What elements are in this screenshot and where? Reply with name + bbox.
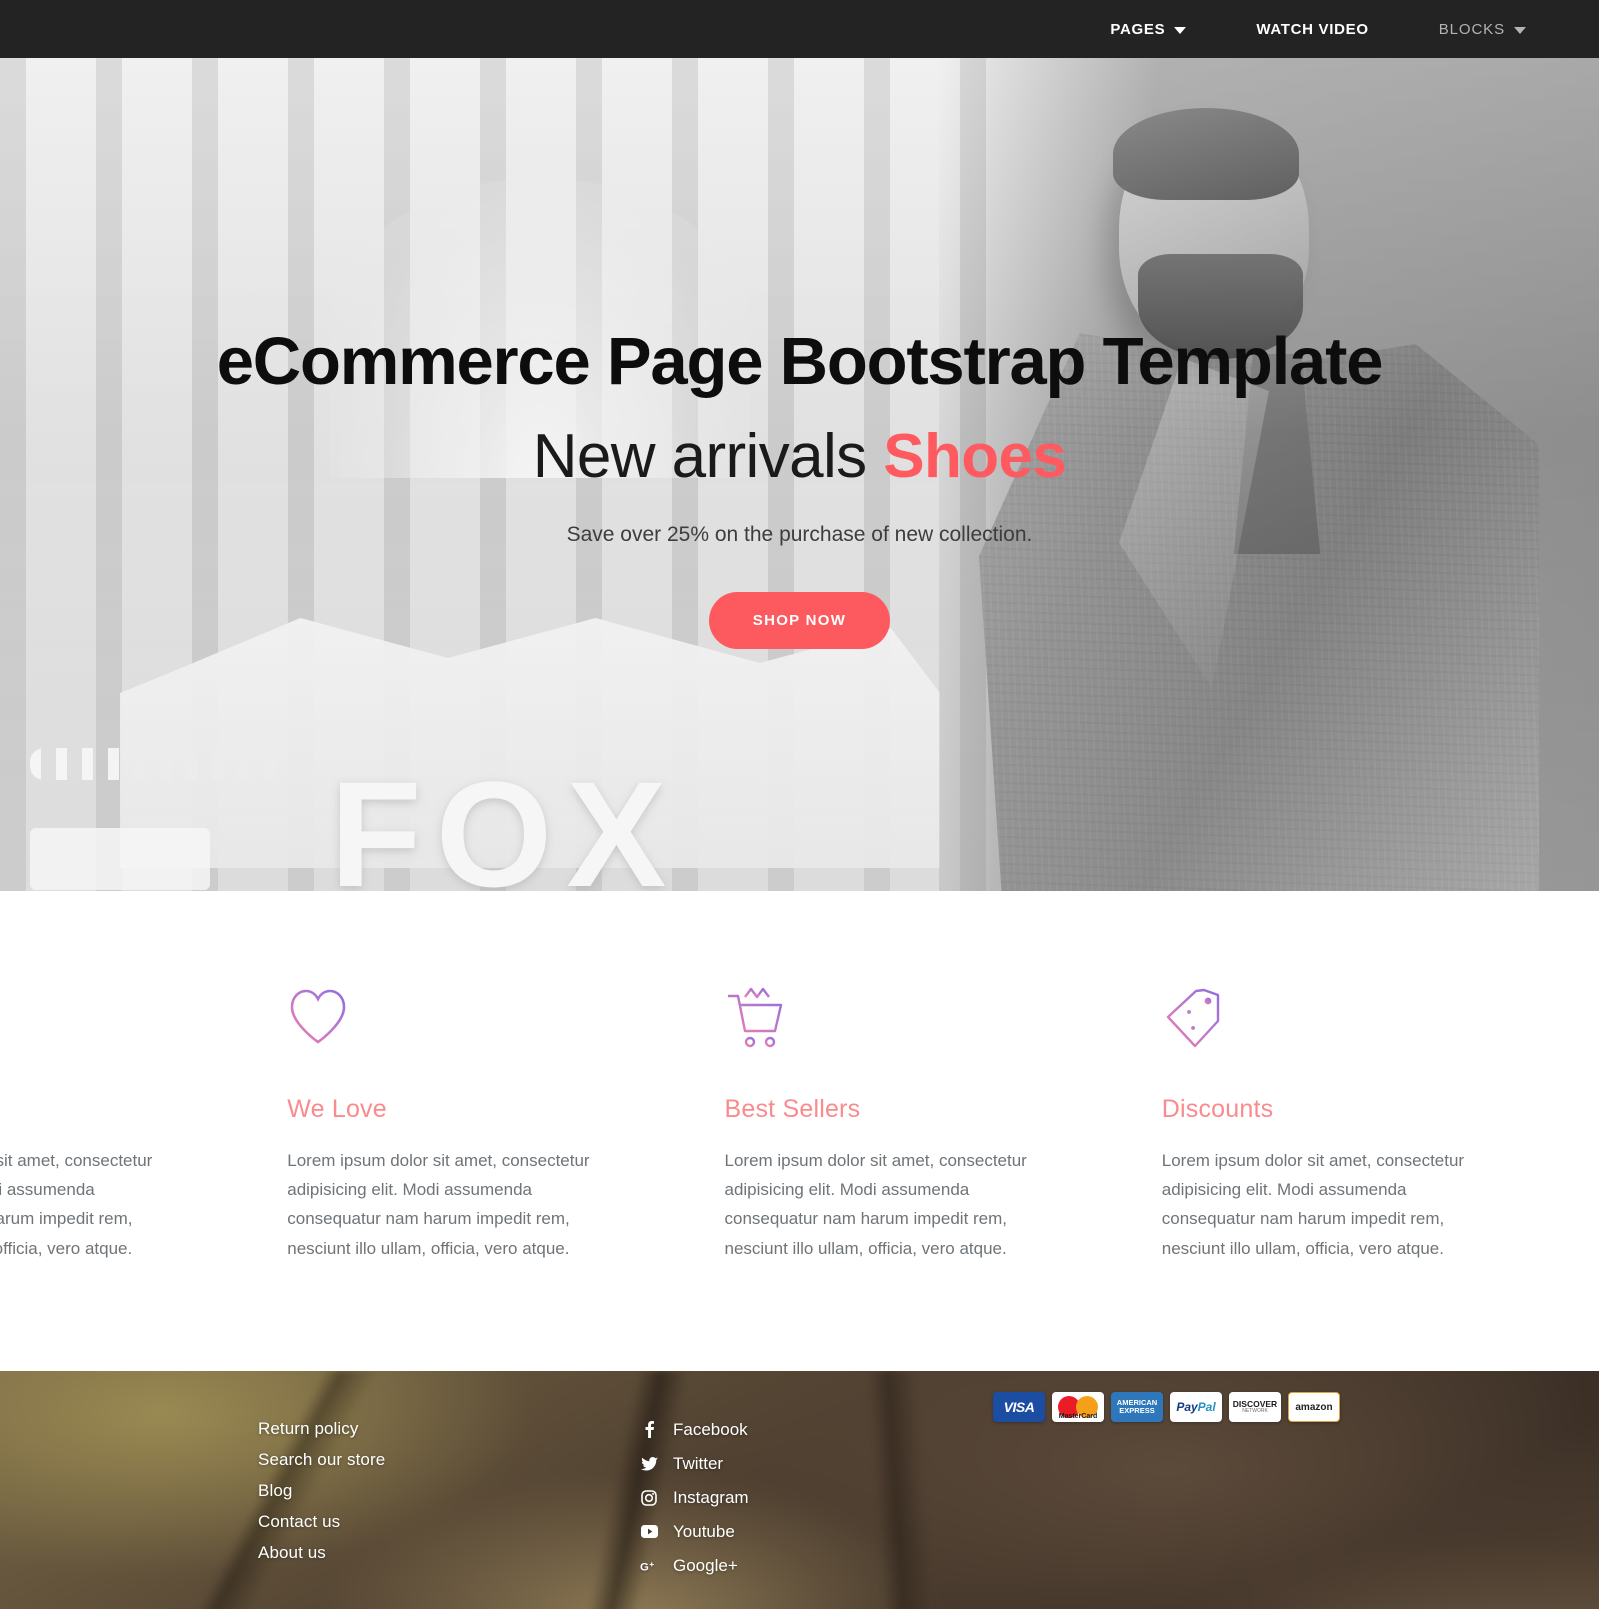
hero-content: eCommerce Page Bootstrap Template New ar… xyxy=(0,58,1599,650)
footer-section: Return policy Search our store Blog Cont… xyxy=(0,1370,1599,1609)
feature-text: Lorem ipsum dolor sit amet, consectetur … xyxy=(0,1151,153,1258)
twitter-icon xyxy=(640,1456,658,1471)
social-label: Google+ xyxy=(673,1555,738,1575)
social-link-googleplus[interactable]: G + Google+ xyxy=(640,1549,1060,1583)
nav-item-label: BLOCKS xyxy=(1438,20,1505,38)
american-express-badge: AMERICAN EXPRESS xyxy=(1111,1392,1163,1422)
svg-text:+: + xyxy=(649,1559,654,1569)
nav-item-watch-video[interactable]: WATCH VIDEO xyxy=(1221,0,1403,58)
facebook-icon xyxy=(640,1421,658,1439)
feature-title: Discounts xyxy=(1161,1095,1274,1123)
shop-now-button[interactable]: SHOP NOW xyxy=(708,592,891,650)
hero-subtitle-plain: New arrivals xyxy=(532,422,884,492)
hero-subtitle-accent: Shoes xyxy=(883,422,1067,492)
hero-section: FOX eCommerce Page Bootstrap Template Ne… xyxy=(0,58,1599,891)
svg-text:G: G xyxy=(640,1561,649,1573)
payment-methods: VISA MasterCard AMERICAN EXPRESS Pay Pal … xyxy=(993,1392,1340,1422)
amazon-badge: amazon xyxy=(1288,1392,1340,1422)
feature-title: Just Arrived xyxy=(0,1095,227,1124)
social-label: Instagram xyxy=(673,1487,749,1507)
shopping-cart-icon xyxy=(725,987,1102,1049)
nav-items: PAGES WATCH VIDEO BLOCKS xyxy=(1075,0,1561,58)
chevron-down-icon xyxy=(1174,26,1187,34)
instagram-icon xyxy=(640,1490,658,1506)
feature-text: Lorem ipsum dolor sit amet, consectetur … xyxy=(1161,1151,1465,1258)
page-title: eCommerce Page Bootstrap Template xyxy=(216,324,1384,399)
feature-text: Lorem ipsum dolor sit amet, consectetur … xyxy=(287,1151,590,1258)
footer-social-links: Facebook Twitter Instagram Youtube G + G… xyxy=(640,1413,1060,1583)
footer-links: Return policy Search our store Blog Cont… xyxy=(258,1413,640,1583)
heart-icon xyxy=(287,987,664,1049)
googleplus-icon: G + xyxy=(640,1559,658,1573)
mastercard-badge: MasterCard xyxy=(1052,1392,1104,1422)
chevron-down-icon xyxy=(1514,26,1526,34)
social-link-twitter[interactable]: Twitter xyxy=(640,1447,1060,1481)
footer-link-return-policy[interactable]: Return policy xyxy=(258,1413,640,1444)
visa-badge: VISA xyxy=(993,1392,1045,1422)
price-tag-icon xyxy=(1162,987,1539,1049)
footer-link-contact-us[interactable]: Contact us xyxy=(258,1506,640,1537)
feature-card-discounts: Discounts Lorem ipsum dolor sit amet, co… xyxy=(1162,987,1599,1263)
footer-link-about-us[interactable]: About us xyxy=(258,1537,640,1568)
social-link-youtube[interactable]: Youtube xyxy=(640,1515,1060,1549)
social-label: Facebook xyxy=(673,1419,748,1439)
feature-card-just-arrived: Just Arrived Lorem ipsum dolor sit amet,… xyxy=(0,987,287,1263)
footer-link-blog[interactable]: Blog xyxy=(258,1475,640,1506)
feature-title: We Love xyxy=(287,1095,387,1123)
features-section: Just Arrived Lorem ipsum dolor sit amet,… xyxy=(0,891,1599,1371)
social-label: Youtube xyxy=(673,1521,735,1541)
feature-title: Best Sellers xyxy=(724,1095,861,1123)
feature-card-best-sellers: Best Sellers Lorem ipsum dolor sit amet,… xyxy=(725,987,1162,1263)
nav-item-blocks[interactable]: BLOCKS xyxy=(1404,0,1561,58)
footer-link-search-our-store[interactable]: Search our store xyxy=(258,1444,640,1475)
paypal-badge: Pay Pal xyxy=(1170,1392,1222,1422)
feature-card-we-love: We Love Lorem ipsum dolor sit amet, cons… xyxy=(287,987,724,1263)
social-link-instagram[interactable]: Instagram xyxy=(640,1481,1060,1515)
top-navbar: PAGES WATCH VIDEO BLOCKS xyxy=(0,0,1599,58)
nav-item-label: PAGES xyxy=(1110,20,1166,38)
bag-icon xyxy=(0,987,227,1049)
hero-description: Save over 25% on the purchase of new col… xyxy=(566,523,1033,547)
nav-item-label: WATCH VIDEO xyxy=(1256,20,1369,38)
feature-text: Lorem ipsum dolor sit amet, consectetur … xyxy=(724,1151,1027,1258)
discover-badge: DISCOVER NETWORK xyxy=(1229,1392,1281,1422)
nav-item-pages[interactable]: PAGES xyxy=(1075,0,1221,58)
youtube-icon xyxy=(640,1525,658,1539)
social-label: Twitter xyxy=(673,1453,724,1473)
hero-subtitle: New arrivals Shoes xyxy=(0,422,1599,492)
